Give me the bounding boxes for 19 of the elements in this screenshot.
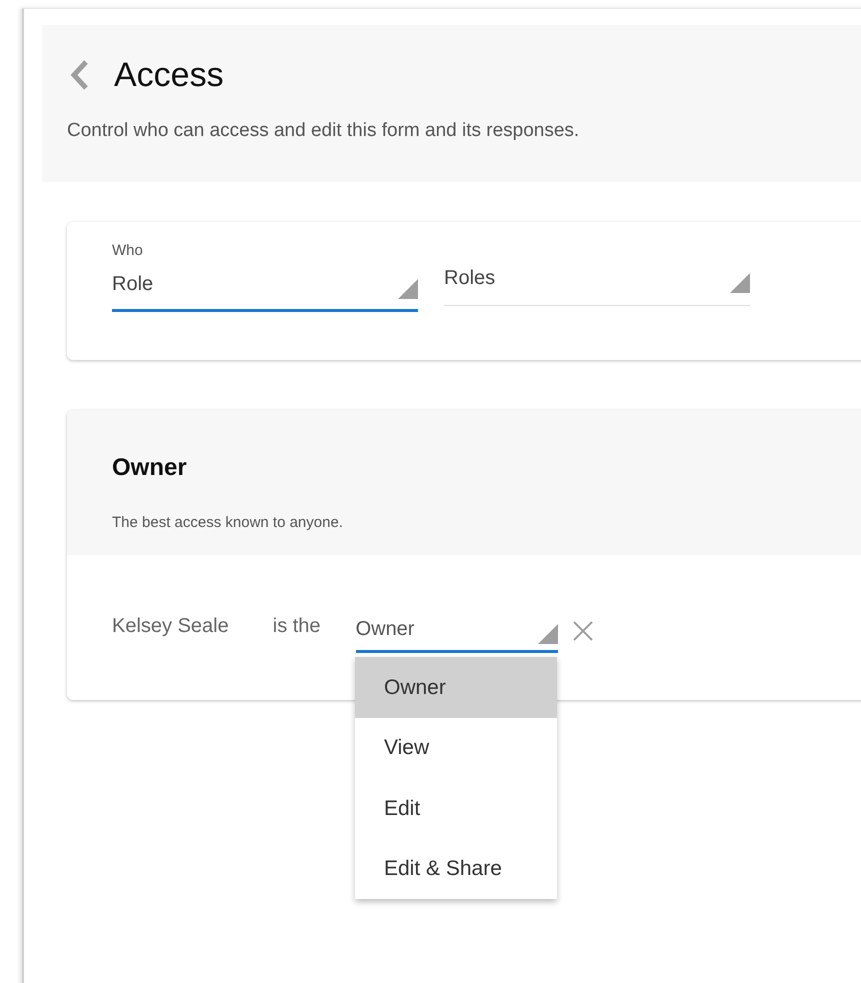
menu-item[interactable]: Owner — [355, 657, 557, 718]
group-title: Owner — [112, 453, 188, 483]
select-field[interactable]: Role — [112, 262, 418, 312]
page-title: Access — [114, 55, 224, 95]
back-icon[interactable] — [68, 59, 90, 91]
select-field[interactable]: Roles — [444, 256, 750, 306]
dropdown-icon — [730, 273, 750, 293]
member-name: Kelsey Seale — [112, 614, 229, 639]
page-description: Control who can access and edit this form and its responses. — [67, 119, 580, 143]
dropdown-icon — [398, 279, 418, 299]
menu-item[interactable]: Edit & Share — [355, 838, 557, 899]
menu-item[interactable]: View — [355, 718, 557, 778]
role-select[interactable]: Owner — [356, 611, 558, 653]
menu-item[interactable]: Edit — [355, 778, 557, 838]
dropdown-icon — [538, 624, 558, 644]
field-label: Who — [112, 241, 144, 261]
connector-text: is the — [272, 614, 321, 639]
close-icon — [572, 620, 594, 642]
group-description: The best access known to anyone. — [112, 513, 344, 533]
